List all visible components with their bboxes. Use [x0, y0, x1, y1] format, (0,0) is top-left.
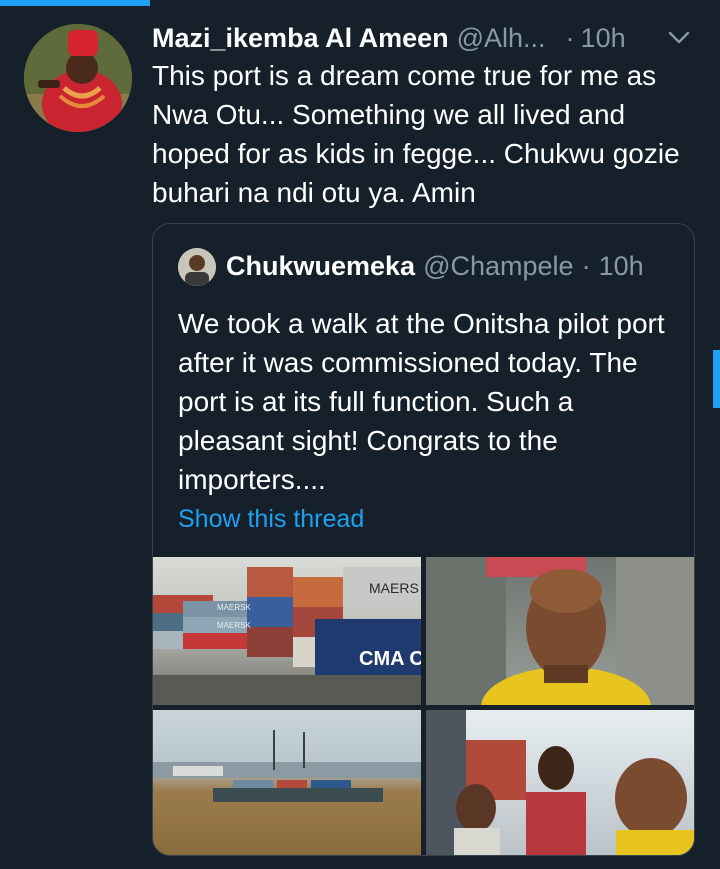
- tweet-header: Mazi_ikemba Al Ameen @Alh... · 10h: [152, 18, 697, 58]
- photo-selfie[interactable]: [426, 557, 694, 705]
- media-grid: MAERSK MAERSK MAERS CMA C: [153, 557, 694, 855]
- quoted-separator-dot: ·: [581, 250, 591, 281]
- quoted-tweet-time[interactable]: 10h: [599, 251, 644, 282]
- photo-text-2: MAERSK: [217, 621, 251, 630]
- photo-containers[interactable]: MAERSK MAERSK MAERS CMA C: [153, 557, 421, 705]
- quoted-author-handle[interactable]: @Champele: [423, 251, 573, 282]
- tweet-text: This port is a dream come true for me as…: [152, 60, 680, 208]
- quoted-tweet-text: We took a walk at the Onitsha pilot port…: [178, 308, 665, 495]
- top-progress-bar: [0, 0, 150, 6]
- photo-river-port[interactable]: [153, 710, 421, 855]
- photo-text-4: CMA C: [359, 648, 421, 670]
- chevron-down-icon[interactable]: [666, 24, 692, 50]
- author-avatar[interactable]: [24, 24, 132, 132]
- separator-dot: ·: [565, 22, 575, 53]
- photo-text-1: MAERSK: [217, 603, 251, 612]
- quoted-author-avatar[interactable]: [178, 248, 216, 286]
- scrollbar-thumb[interactable]: [713, 350, 720, 408]
- quoted-tweet-header: Chukwuemeka @Champele · 10h: [226, 246, 644, 286]
- author-handle[interactable]: @Alh...: [457, 23, 546, 54]
- photo-text-3: MAERS: [369, 580, 419, 596]
- quoted-tweet[interactable]: Chukwuemeka @Champele · 10h We took a wa…: [152, 223, 695, 856]
- tweet-time[interactable]: 10h: [581, 23, 626, 54]
- photo-group-selfie[interactable]: [426, 710, 694, 855]
- show-thread-link[interactable]: Show this thread: [178, 505, 364, 534]
- author-name[interactable]: Mazi_ikemba Al Ameen: [152, 23, 449, 54]
- quoted-author-name[interactable]: Chukwuemeka: [226, 251, 415, 282]
